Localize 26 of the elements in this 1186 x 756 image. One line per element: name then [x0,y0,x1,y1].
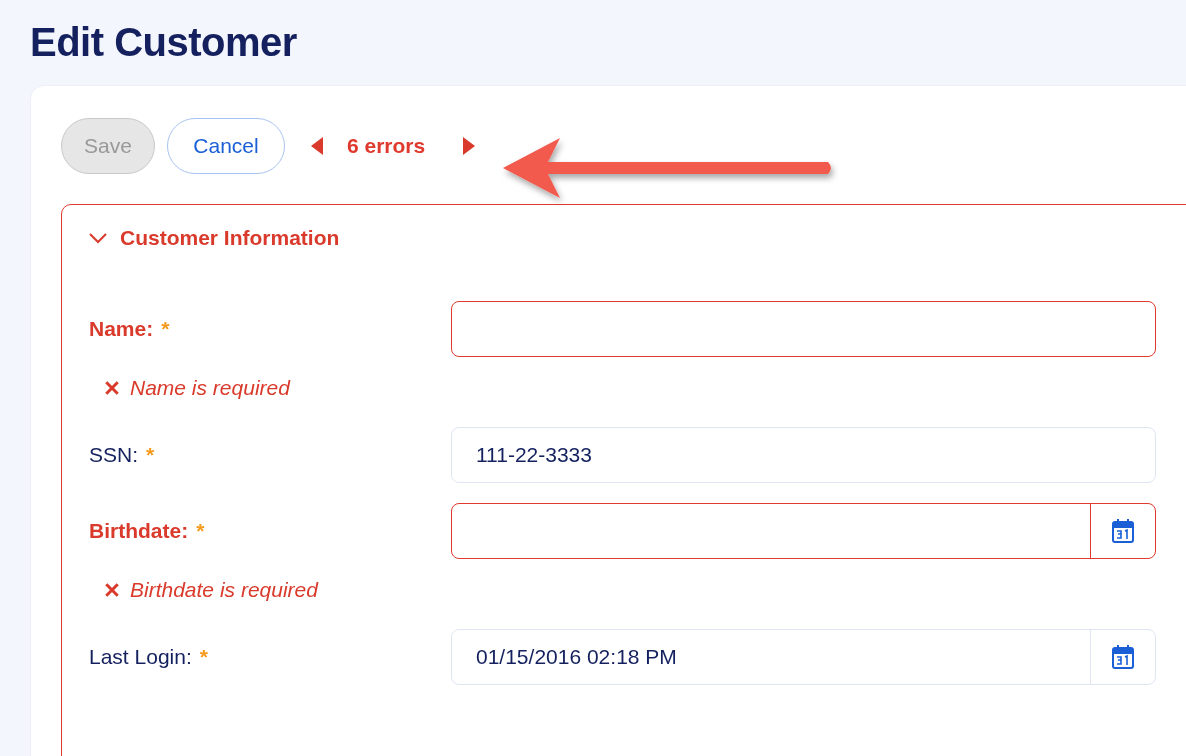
error-count: 6 errors [347,134,426,158]
date-field[interactable] [451,503,1156,559]
page-title: Edit Customer [29,19,298,66]
section-title: Customer Information [120,226,340,250]
section-header[interactable]: Customer Information [89,205,1186,269]
previous-error-icon[interactable] [311,137,323,155]
date-field[interactable]: 01/15/2016 02:18 PM [451,629,1156,685]
input-field[interactable]: 111-22-3333 [451,427,1156,483]
calendar-icon[interactable] [1112,645,1134,669]
field-label: Birthdate: [89,519,189,543]
required-mark: * [199,645,208,669]
field-label: Last Login: [89,645,192,669]
next-error-icon[interactable] [463,137,476,155]
chevron-icon[interactable] [89,232,107,244]
cancel-button[interactable]: Cancel [167,118,285,174]
calendar-icon[interactable] [1112,519,1134,543]
required-mark: * [196,519,205,543]
error-icon [104,582,120,598]
field-label: Name: [89,317,154,341]
error-message: Name is required [130,376,290,400]
required-mark: * [161,317,170,341]
input-field[interactable] [451,301,1156,357]
required-mark: * [146,443,155,467]
error-icon [104,380,120,396]
error-message: Birthdate is required [130,578,318,602]
field-label: SSN: [89,443,138,467]
